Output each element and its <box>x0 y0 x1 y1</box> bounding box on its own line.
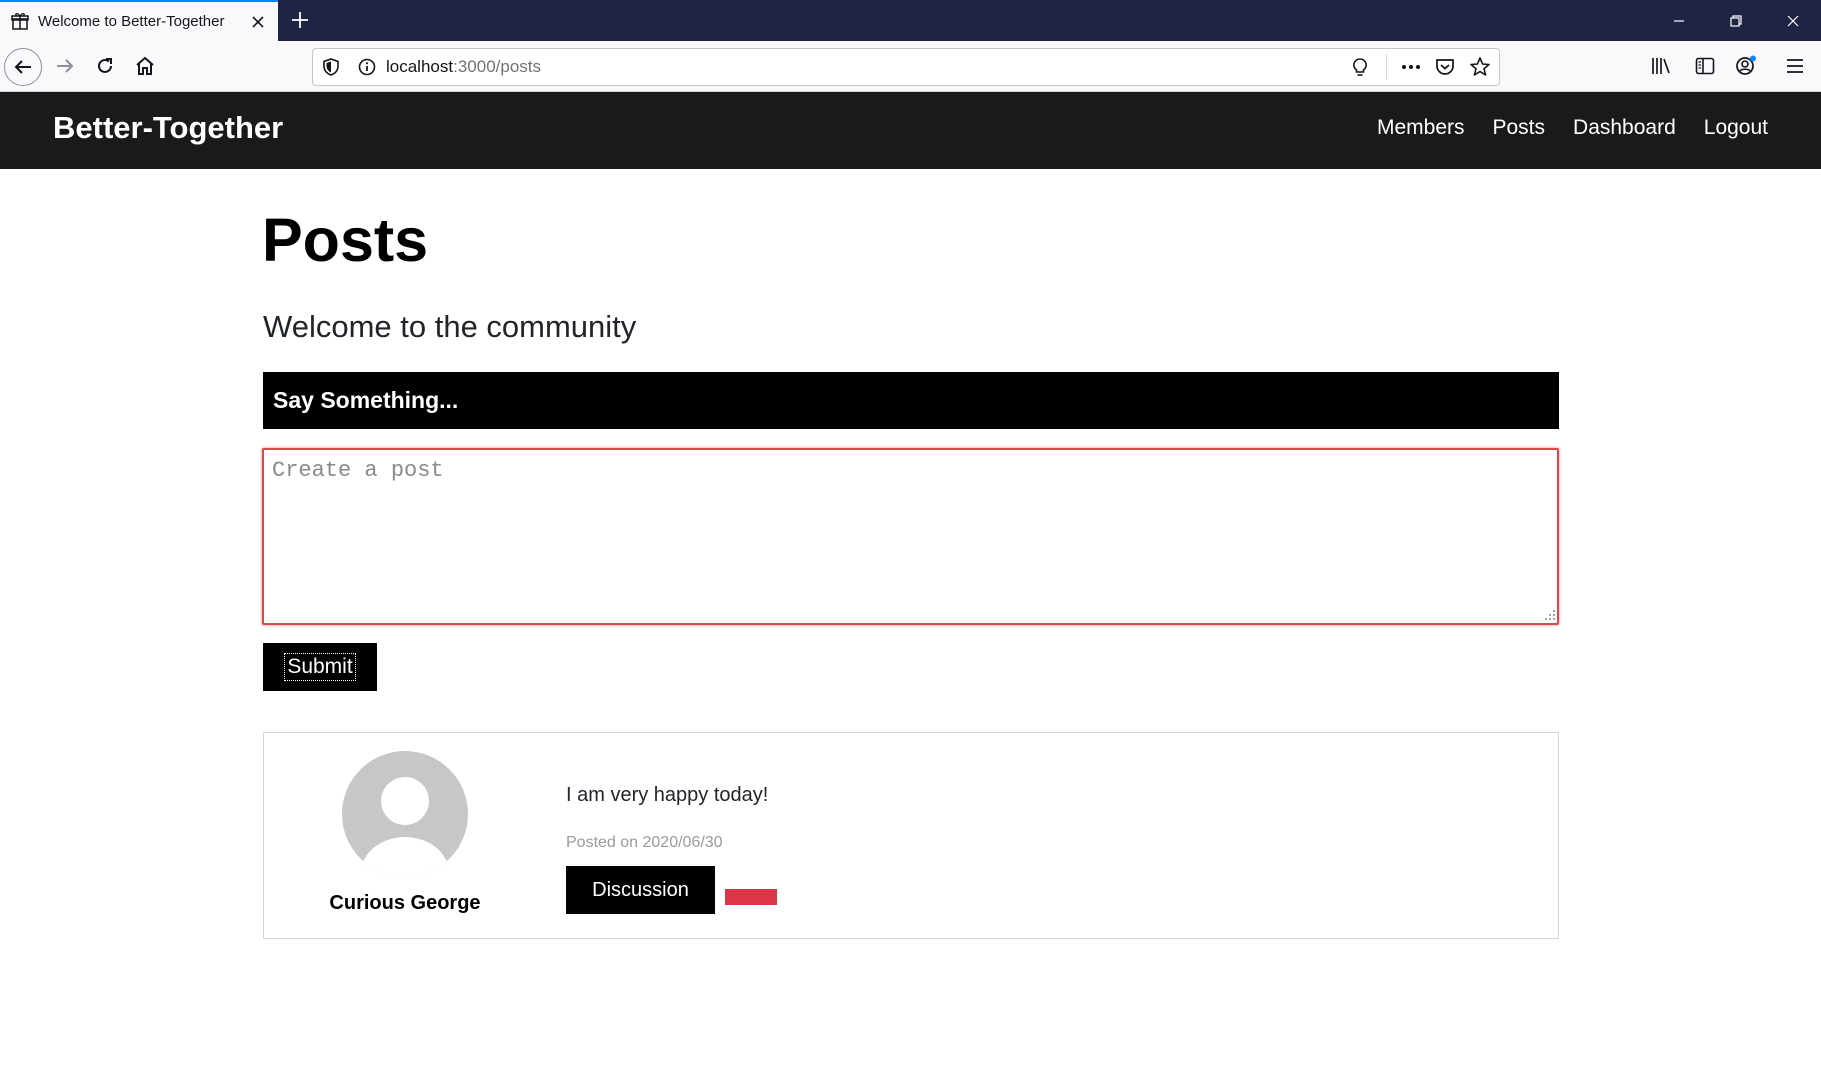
site-nav: Members Posts Dashboard Logout <box>1377 116 1768 140</box>
info-icon[interactable] <box>357 57 377 77</box>
composer-heading-bar: Say Something... <box>263 372 1559 429</box>
more-icon[interactable] <box>1399 56 1423 78</box>
nav-logout[interactable]: Logout <box>1704 116 1768 140</box>
post-body: I am very happy today! <box>566 784 769 806</box>
delete-post-button[interactable] <box>725 889 777 905</box>
lightbulb-icon[interactable] <box>1349 56 1371 78</box>
pocket-icon[interactable] <box>1434 56 1456 78</box>
shield-icon[interactable] <box>321 57 341 77</box>
url-bar[interactable]: localhost:3000/posts <box>312 48 1500 86</box>
close-icon <box>1787 15 1799 26</box>
post-date: Posted on 2020/06/30 <box>566 834 723 851</box>
hamburger-menu-icon[interactable] <box>1785 56 1805 76</box>
back-button[interactable] <box>4 48 42 86</box>
post-author: Curious George <box>329 892 481 914</box>
resize-grip-icon[interactable] <box>1544 609 1556 621</box>
arrow-right-icon <box>57 59 74 73</box>
account-icon[interactable] <box>1734 54 1758 78</box>
arrow-left-icon <box>14 60 31 74</box>
url-path: :3000/posts <box>453 57 542 76</box>
post-card: Curious George I am very happy today! Po… <box>263 732 1559 939</box>
post-textarea[interactable] <box>262 448 1559 625</box>
composer-heading: Say Something... <box>273 387 459 413</box>
url-host: localhost <box>386 57 454 76</box>
forward-button[interactable] <box>47 48 83 84</box>
minimize-icon <box>1674 19 1684 22</box>
url-text[interactable]: localhost:3000/posts <box>386 57 541 77</box>
brand-logo[interactable]: Better-Together <box>53 110 283 146</box>
tab-title: Welcome to Better-Together <box>38 13 225 30</box>
restore-icon <box>1730 14 1742 27</box>
avatar <box>342 751 468 877</box>
home-button[interactable] <box>127 48 163 84</box>
submit-button[interactable]: Submit <box>263 643 377 691</box>
close-icon[interactable] <box>248 12 268 32</box>
reload-icon <box>98 58 112 73</box>
discussion-button[interactable]: Discussion <box>566 866 715 914</box>
submit-button-label: Submit <box>284 653 356 681</box>
page-title: Posts <box>262 206 429 274</box>
gift-icon <box>11 13 29 30</box>
page-subtitle: Welcome to the community <box>263 309 637 344</box>
browser-tabstrip: Welcome to Better-Together <box>0 0 1821 41</box>
browser-toolbar: localhost:3000/posts <box>0 41 1821 92</box>
star-icon[interactable] <box>1468 55 1492 79</box>
browser-tab[interactable]: Welcome to Better-Together <box>0 0 278 41</box>
minimize-button[interactable] <box>1651 0 1707 41</box>
sidebar-icon[interactable] <box>1694 55 1716 77</box>
nav-members[interactable]: Members <box>1377 116 1465 140</box>
restore-button[interactable] <box>1708 0 1764 41</box>
url-divider <box>1386 54 1387 80</box>
nav-posts[interactable]: Posts <box>1493 116 1546 140</box>
library-icon[interactable] <box>1650 55 1672 77</box>
home-icon <box>136 56 154 75</box>
window-close-button[interactable] <box>1765 0 1821 41</box>
reload-button[interactable] <box>87 48 123 84</box>
site-header: Better-Together Members Posts Dashboard … <box>0 92 1821 169</box>
plus-icon[interactable] <box>289 9 311 31</box>
nav-dashboard[interactable]: Dashboard <box>1573 116 1676 140</box>
